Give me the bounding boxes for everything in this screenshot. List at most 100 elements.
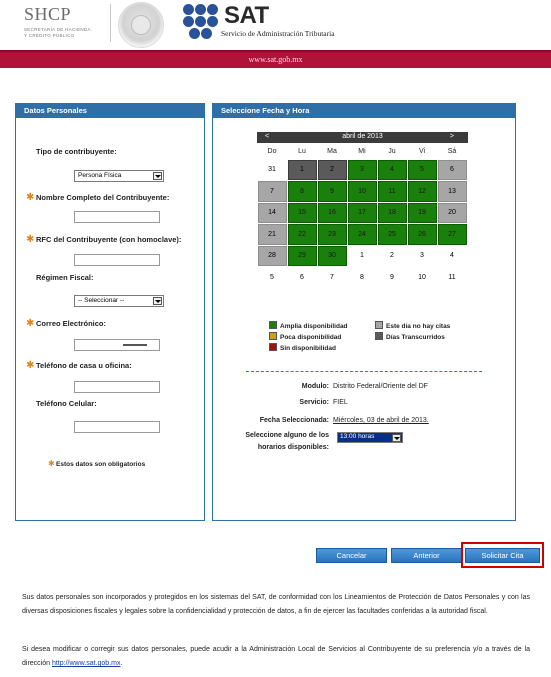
chevron-down-icon[interactable]: [392, 434, 401, 442]
weekday-label: Vi: [418, 148, 426, 155]
telefono-input[interactable]: [74, 381, 160, 393]
calendar-day-green[interactable]: 23: [317, 224, 347, 245]
legend-swatch-dark: [375, 332, 383, 340]
calendar-day-green[interactable]: 30: [317, 245, 347, 266]
sat-logo-icon: [183, 4, 219, 40]
legend-transcurridos-label: Días Transcurridos: [386, 334, 445, 341]
header-divider: [110, 4, 111, 42]
shcp-subtitle-line2: Y CRÉDITO PÚBLICO: [24, 33, 75, 38]
page-header: SHCP SECRETARÍA DE HACIENDA Y CRÉDITO PÚ…: [0, 0, 551, 50]
required-asterisk-icon: ✱: [26, 234, 35, 245]
shcp-logo: SHCP SECRETARÍA DE HACIENDA Y CRÉDITO PÚ…: [24, 4, 106, 44]
celular-label: Teléfono Celular:: [36, 399, 97, 408]
calendar: < abril de 2013 > Do Lu Ma Mi Ju Vi Sá 31 1 2 3 4 5…: [257, 132, 468, 302]
sat-wordmark: SAT: [224, 2, 269, 29]
calendar-day-green[interactable]: 10: [347, 181, 377, 202]
calendar-header: < abril de 2013 >: [257, 132, 468, 143]
calendar-day-green[interactable]: 3: [347, 159, 377, 180]
horario-select[interactable]: 13:00 horas: [337, 432, 403, 443]
weekday-label: Lu: [298, 148, 306, 155]
calendar-day-green[interactable]: 11: [377, 181, 407, 202]
regimen-select[interactable]: -- Seleccionar --: [74, 295, 164, 307]
shcp-subtitle-line1: SECRETARÍA DE HACIENDA: [24, 27, 91, 32]
sat-subtitle: Servicio de Administración Tributaria: [221, 29, 335, 38]
required-asterisk-icon: ✱: [26, 360, 35, 371]
calendar-day-green[interactable]: 27: [437, 224, 467, 245]
calendar-day-plain: 4: [437, 245, 467, 266]
calendar-day-gray: 7: [257, 181, 287, 202]
servicio-value: FIEL: [333, 399, 348, 406]
calendar-day-green[interactable]: 8: [287, 181, 317, 202]
tipo-contribuyente-select[interactable]: Persona Física: [74, 170, 164, 182]
calendar-day-plain: 5: [257, 267, 287, 288]
section-divider: [246, 371, 482, 372]
calendar-day-plain: 2: [377, 245, 407, 266]
fecha-value: Miércoles, 03 de abril de 2013.: [333, 417, 429, 424]
shcp-title: SHCP: [24, 4, 72, 24]
legend-poca-label: Poca disponibilidad: [280, 334, 342, 341]
correo-input[interactable]: [74, 339, 160, 351]
horario-value: 13:00 horas: [340, 433, 375, 440]
legend-no-citas-label: Este día no hay citas: [386, 323, 451, 330]
horario-label-line1: Seleccione alguno de los: [245, 432, 329, 439]
calendar-day-green[interactable]: 12: [407, 181, 437, 202]
legend-transcurridos: Días Transcurridos: [375, 332, 445, 341]
calendar-day-green[interactable]: 17: [347, 202, 377, 223]
telefono-label: Teléfono de casa u oficina:: [36, 361, 132, 370]
servicio-label: Servicio:: [299, 399, 329, 406]
calendar-day-gray: 28: [257, 245, 287, 266]
celular-input[interactable]: [74, 421, 160, 433]
calendar-day-green[interactable]: 16: [317, 202, 347, 223]
calendar-next-button[interactable]: >: [450, 133, 454, 140]
legend-no-citas: Este día no hay citas: [375, 321, 450, 330]
modulo-label: Modulo:: [301, 383, 329, 390]
chevron-down-icon[interactable]: [153, 172, 162, 180]
calendar-day-green[interactable]: 22: [287, 224, 317, 245]
personal-data-panel: Datos Personales: [15, 103, 205, 521]
sat-website-link[interactable]: http://www.sat.gob.mx: [52, 660, 120, 667]
national-seal-icon: [118, 2, 164, 48]
rfc-input[interactable]: [74, 254, 160, 266]
request-appointment-button[interactable]: Solicitar Cita: [465, 548, 540, 563]
fecha-label: Fecha Seleccionada:: [259, 417, 329, 424]
calendar-day-dark: 2: [317, 159, 347, 180]
weekday-label: Mi: [358, 148, 366, 155]
regimen-label: Régimen Fiscal:: [36, 273, 94, 282]
calendar-day-green[interactable]: 4: [377, 159, 407, 180]
nombre-input[interactable]: [74, 211, 160, 223]
correo-label: Correo Electrónico:: [36, 319, 107, 328]
calendar-day-green[interactable]: 9: [317, 181, 347, 202]
calendar-day-plain: 1: [347, 245, 377, 266]
calendar-day-gray: 13: [437, 181, 467, 202]
calendar-day-green[interactable]: 19: [407, 202, 437, 223]
calendar-day-green[interactable]: 24: [347, 224, 377, 245]
contact-paragraph: Si desea modificar o corregir sus datos …: [22, 643, 530, 671]
weekday-label: Do: [267, 148, 277, 155]
calendar-day-green[interactable]: 26: [407, 224, 437, 245]
calendar-day-green[interactable]: 29: [287, 245, 317, 266]
calendar-day-green[interactable]: 18: [377, 202, 407, 223]
legend-poca: Poca disponibilidad: [269, 332, 341, 341]
calendar-weekdays: Do Lu Ma Mi Ju Vi Sá: [257, 145, 468, 159]
calendar-day-green[interactable]: 25: [377, 224, 407, 245]
calendar-day-green[interactable]: 15: [287, 202, 317, 223]
site-url: www.sat.gob.mx: [248, 55, 303, 64]
chevron-down-icon[interactable]: [153, 297, 162, 305]
calendar-day-green[interactable]: 5: [407, 159, 437, 180]
contact-suffix: .: [120, 660, 123, 667]
regimen-value: -- Seleccionar --: [78, 297, 125, 304]
calendar-day-plain: 6: [287, 267, 317, 288]
weekday-label: Ju: [388, 148, 396, 155]
modulo-value: Distrito Federal/Oriente del DF: [333, 383, 428, 390]
calendar-day-dark: 1: [287, 159, 317, 180]
legend-amplia-label: Amplia disponibilidad: [280, 323, 348, 330]
tipo-contribuyente-value: Persona Física: [78, 172, 122, 179]
calendar-day-gray: 6: [437, 159, 467, 180]
cancel-button[interactable]: Cancelar: [316, 548, 387, 563]
masked-value: [123, 344, 147, 346]
calendar-day-plain: 10: [407, 267, 437, 288]
calendar-day-gray: 20: [437, 202, 467, 223]
calendar-day-gray: 21: [257, 224, 287, 245]
calendar-day-plain: 9: [377, 267, 407, 288]
back-button[interactable]: Anterior: [391, 548, 462, 563]
